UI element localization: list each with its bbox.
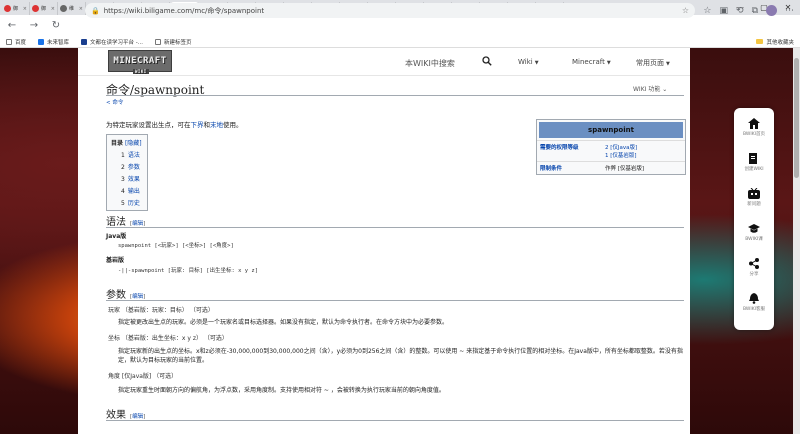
page-icon [81,38,88,45]
wiki-functions-menu[interactable]: WIKI 功能 ⌄ [633,84,667,93]
bookmark-item[interactable]: 未来智库 [38,38,69,46]
nav-minecraft[interactable]: Minecraft ▼ [572,58,611,66]
toolbar-right: ☆ ▣ ⟲ ⧉ ⋯ [703,3,794,18]
toc-item[interactable]: 1 语法 [111,150,143,159]
toc-item[interactable]: 5 历史 [111,198,143,207]
link-the-end[interactable]: 末地 [210,121,223,129]
tab-close-icon[interactable]: × [51,6,55,12]
toc-list: 1 语法 2 参数 3 效果 4 输出 5 历史 [111,150,143,207]
history-icon[interactable]: ⟲ [736,6,744,16]
reload-icon[interactable]: ↻ [50,20,62,31]
nav-wiki[interactable]: Wiki ▼ [518,58,539,66]
bell-icon [749,293,759,304]
infobox-row: 限制条件 作弊 [仅基岩版] [537,161,685,174]
chevron-down-icon: ⌄ [662,86,668,93]
caret-down-icon: ▼ [534,60,539,66]
bookmarks-bar: 百度 未来智库 文都在读学习平台 -... 新建标签页 其他收藏夹 [0,36,800,48]
bilibili-tv-icon [748,188,760,199]
param-pos: 坐标 （基岩版：出生坐标：x y z） （可选） [108,335,228,342]
divider [106,420,684,421]
tab-close-icon[interactable]: × [79,6,83,12]
tab-label: 维 [69,6,75,12]
profile-avatar[interactable] [766,5,777,16]
favorite-star-icon[interactable]: ☆ [682,6,689,15]
intro-text: 为特定玩家设置出生点，可在下界和末地使用。 [106,121,243,129]
page-icon [155,38,162,45]
document-edit-icon [749,153,757,164]
param-pos-desc: 指定玩家新的出生点的坐标。x和z必须在-30,000,000到30,000,00… [118,348,683,364]
infobox-title: spawnpoint [539,122,683,138]
url-text: https://wiki.biligame.com/mc/命令/spawnpoi… [103,6,265,15]
section-heading-syntax: 语法 [编辑] [106,217,146,228]
page-icon [6,38,12,45]
nav-common-pages[interactable]: 常用页面 ▼ [636,58,670,68]
param-player-desc: 指定被更改出生点的玩家。必须是一个玩家名或目标选择器。如果没有指定，默认为命令执… [118,319,449,326]
infobox: spawnpoint 需要的权限等级 2 [仅Java版] 1 [仅基岩版] 限… [536,119,686,175]
bedrock-syntax: -||-spawnpoint [玩家: 目标] [出生坐标: x y z] [118,268,259,274]
sidebar-share[interactable]: 分享 [734,258,774,277]
tab-favicon-icon [60,5,67,12]
bookmark-item[interactable]: 文都在读学习平台 -... [81,38,143,46]
bedrock-edition-label: 基岩版 [106,257,125,264]
sidebar-create-wiki[interactable]: 创建WIKI [734,153,774,172]
caret-down-icon: ▼ [606,60,611,66]
back-icon[interactable]: ← [6,20,18,31]
address-bar[interactable]: 🔒 https://wiki.biligame.com/mc/命令/spawnp… [85,3,695,18]
divider [106,227,684,228]
browser-toolbar: ← → ↻ [0,15,800,36]
wiki-header: MINECRAFT WIKI 本WIKI中搜索 Wiki ▼ Minecraft ▼… [78,48,690,76]
collections-icon[interactable]: ▣ [720,6,729,16]
section-heading-params: 参数 [编辑] [106,290,146,301]
toc-hide-link[interactable]: [隐藏] [125,140,142,147]
bookmark-item[interactable]: 新建标签页 [155,38,192,46]
browser-tab[interactable]: 御 × [30,2,58,15]
favorites-icon[interactable]: ☆ [703,6,711,16]
sidebar-home[interactable]: BWIKI首页 [734,118,774,137]
table-of-contents: 目录 [隐藏] 1 语法 2 参数 3 效果 4 输出 5 历史 [106,134,148,211]
graduation-cap-icon [748,224,760,233]
sidebar-support[interactable]: BWIKI客服 [734,293,774,312]
home-icon [748,118,760,129]
other-bookmarks[interactable]: 其他收藏夹 [756,38,794,46]
infobox-row: 需要的权限等级 2 [仅Java版] 1 [仅基岩版] [537,140,685,161]
caret-down-icon: ▼ [666,61,670,67]
browser-tab[interactable]: 御 × [2,2,30,15]
page-icon [38,38,45,45]
toc-item[interactable]: 3 效果 [111,174,143,183]
minecraft-wiki-logo[interactable]: MINECRAFT WIKI [108,50,172,74]
tab-favicon-icon [4,5,11,12]
more-menu-icon[interactable]: ⋯ [785,6,794,16]
search-input[interactable]: 本WIKI中搜索 [405,58,455,69]
java-edition-label: Java版 [106,233,127,240]
folder-icon [756,39,764,44]
search-icon[interactable] [482,56,492,66]
section-heading-effects: 效果 [编辑] [106,410,146,421]
sidebar-bwiki-course[interactable]: BWIKI课 [734,223,774,242]
param-angle: 角度 [仅Java版] （可选） [108,373,178,380]
toc-item[interactable]: 2 参数 [111,162,143,171]
toc-header: 目录 [隐藏] [111,140,142,147]
divider [106,95,684,96]
bookmark-item[interactable]: 百度 [6,38,26,46]
share-icon [749,258,759,269]
lock-icon: 🔒 [91,6,100,15]
param-player: 玩家 （基岩版：玩家：目标） （可选） [108,307,214,314]
param-angle-desc: 指定玩家重生时面朝方向的偏航角，为浮点数，采用角度制。支持使用相对符 ~ ，会被… [118,387,445,394]
tab-close-icon[interactable]: × [23,6,27,12]
browser-tab[interactable]: 维 × [58,2,86,15]
wiki-page: MINECRAFT WIKI 本WIKI中搜索 Wiki ▼ Minecraft ▼… [78,48,690,434]
extensions-icon[interactable]: ⧉ [752,6,758,16]
scrollbar-thumb[interactable] [794,58,799,178]
sidebar-new-question[interactable]: 新问题 [734,188,774,207]
bwiki-sidebar: BWIKI首页 创建WIKI 新问题 BWIKI课 分享 BWIKI客服 [734,108,774,330]
toc-item[interactable]: 4 输出 [111,186,143,195]
java-syntax: spawnpoint [<玩家>] [<坐标>] [<角度>] [118,243,234,249]
breadcrumb[interactable]: < 命令 [106,98,123,106]
tab-label: 御 [41,6,47,12]
divider [106,300,684,301]
forward-icon[interactable]: → [28,20,40,31]
tab-favicon-icon [32,5,39,12]
tab-label: 御 [13,6,19,12]
link-nether[interactable]: 下界 [191,121,204,129]
